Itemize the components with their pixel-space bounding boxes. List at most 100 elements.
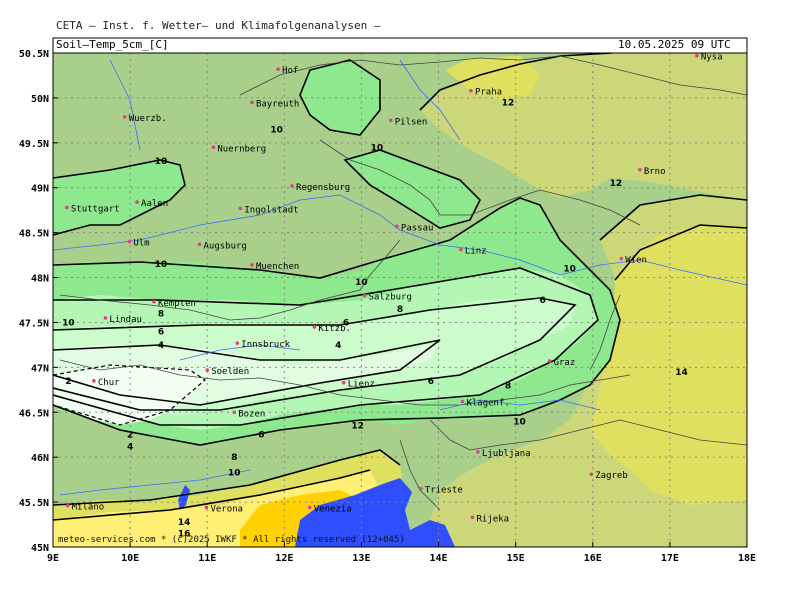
city-label: Bayreuth	[256, 99, 299, 109]
city-marker	[103, 316, 108, 320]
city-marker	[589, 472, 594, 477]
city-marker	[235, 341, 240, 345]
city-marker	[307, 505, 312, 510]
city-label: Aalen	[141, 199, 168, 209]
contour-label: 6	[343, 318, 349, 328]
contour-label: 10	[563, 265, 576, 275]
contour-label: 12	[502, 98, 515, 108]
contour-label: 10	[355, 278, 368, 288]
contour-label: 10	[62, 318, 75, 328]
city-marker	[469, 88, 473, 93]
city-marker	[135, 200, 139, 204]
city-marker	[459, 247, 463, 252]
contour-label: 10	[155, 260, 168, 270]
y-tick-label: 49.5N	[19, 139, 49, 150]
city-marker	[341, 380, 346, 385]
city-label: Milano	[72, 503, 105, 513]
city-label: Ulm	[133, 239, 149, 249]
city-marker	[476, 449, 480, 454]
contour-label: 10	[513, 417, 526, 427]
contour-label: 10	[270, 125, 283, 135]
city-marker	[312, 325, 317, 329]
contour-label: 4	[335, 341, 341, 351]
contour-label: 6	[258, 431, 264, 441]
y-tick-label: 47N	[31, 363, 49, 374]
city-marker	[238, 206, 243, 211]
map-canvas: 50.5N50N49.5N49N48.5N48N47.5N47N46.5N46N…	[19, 37, 756, 564]
y-tick-label: 46.5N	[19, 408, 49, 419]
city-label: Soelden	[211, 367, 249, 377]
y-tick-label: 46N	[31, 453, 49, 464]
contour-label: 8	[158, 309, 164, 319]
y-tick-label: 50.5N	[19, 49, 49, 60]
city-label: Innsbruck	[241, 340, 290, 350]
contour-label: 8	[397, 305, 403, 315]
city-marker	[211, 145, 216, 150]
city-label: Praha	[475, 88, 502, 98]
city-marker	[250, 263, 254, 267]
city-marker	[122, 114, 127, 119]
y-tick-label: 47.5N	[19, 318, 49, 329]
city-marker	[460, 399, 465, 404]
x-tick-label: 14E	[430, 553, 448, 564]
x-tick-label: 13E	[352, 553, 370, 564]
contour-label: 8	[505, 381, 511, 391]
city-marker	[388, 118, 393, 123]
contour-label: 6	[158, 327, 164, 337]
city-label: Rijeka	[476, 514, 509, 524]
city-label: Ljubljana	[482, 449, 531, 459]
city-marker	[470, 515, 475, 520]
city-marker	[250, 100, 254, 105]
x-tick-label: 16E	[584, 553, 602, 564]
city-label: Nuernberg	[217, 144, 266, 154]
contour-label: 10	[155, 157, 168, 167]
contour-label: 14	[178, 518, 191, 528]
contour-label: 2	[65, 377, 71, 387]
contour-label: 6	[540, 296, 546, 306]
city-marker	[638, 167, 642, 172]
y-tick-label: 48N	[31, 274, 49, 285]
city-label: Venezia	[314, 504, 352, 514]
city-marker	[92, 379, 96, 383]
city-label: Salzburg	[369, 293, 412, 303]
city-label: Lienz	[348, 380, 375, 390]
contour-label: 2	[127, 431, 133, 441]
city-label: Brno	[644, 167, 666, 177]
x-tick-label: 18E	[738, 553, 756, 564]
city-label: Wuerzb.	[129, 114, 167, 124]
header-frame	[52, 37, 748, 54]
contour-label: 8	[231, 453, 237, 463]
city-label: Stuttgart	[71, 204, 120, 214]
city-marker	[205, 368, 210, 372]
city-label: Kempten	[158, 299, 196, 309]
x-tick-label: 17E	[661, 553, 679, 564]
city-label: Nysa	[701, 53, 723, 63]
x-tick-label: 12E	[275, 553, 293, 564]
city-label: Zagreb	[595, 471, 628, 481]
contour-label: 4	[158, 341, 164, 351]
x-tick-label: 10E	[121, 553, 139, 564]
city-label: Chur	[98, 378, 120, 388]
city-label: Trieste	[425, 486, 463, 496]
contour-label: 10	[371, 143, 384, 153]
x-axis-labels: 9E 10E 11E 12E 13E 14E 15E 16E 17E 18E	[47, 553, 756, 564]
city-label: Graz	[554, 358, 576, 368]
city-label: Pilsen	[395, 117, 428, 127]
city-marker	[204, 505, 209, 510]
city-marker	[65, 205, 69, 210]
contour-label: 10	[228, 468, 241, 478]
city-marker	[619, 256, 624, 261]
contour-label: 6	[428, 377, 434, 387]
city-label: Bozen	[238, 409, 265, 419]
city-marker	[290, 184, 294, 188]
city-marker	[362, 293, 367, 298]
city-label: Hof	[282, 66, 298, 76]
city-marker	[419, 486, 423, 491]
city-marker	[197, 242, 202, 247]
contour-label: 12	[610, 179, 623, 189]
city-marker	[232, 410, 237, 415]
y-tick-label: 45.5N	[19, 498, 49, 509]
city-marker	[395, 224, 399, 229]
contour-label: 14	[675, 368, 688, 378]
city-marker	[547, 359, 552, 363]
